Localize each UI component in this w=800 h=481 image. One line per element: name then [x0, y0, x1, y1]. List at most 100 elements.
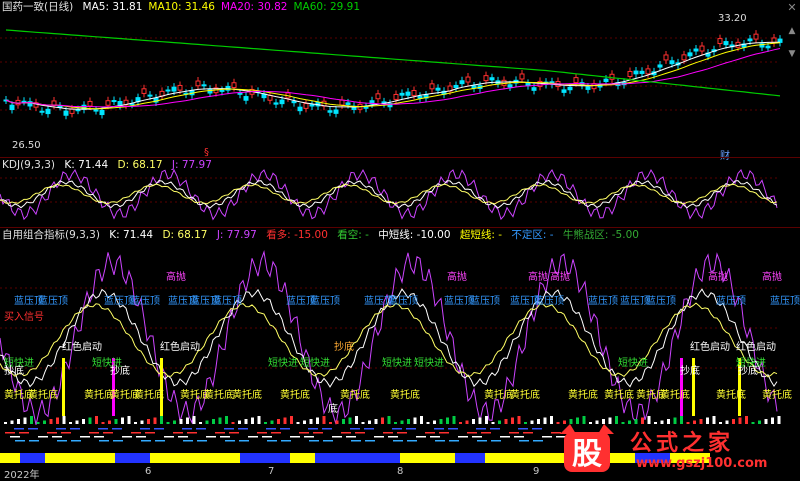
strip-segment — [322, 428, 332, 430]
signal-label-chaodi: 抄底 — [738, 366, 758, 377]
volume-bar — [491, 422, 495, 424]
strip-segment — [383, 432, 393, 434]
combo-header: 自用组合指标(9,3,3) K: 71.44 D: 68.17 J: 77.97… — [2, 228, 645, 242]
volume-bar — [751, 422, 755, 424]
candle-body — [693, 48, 699, 52]
strip-segment — [407, 440, 417, 442]
strip-segment — [308, 428, 318, 430]
x-axis-label: 6 — [145, 466, 152, 477]
strip-segment — [476, 428, 486, 430]
volume-bar — [75, 420, 79, 424]
signal-label-lanya: 蓝压顶 — [770, 296, 800, 307]
candle-body — [399, 92, 405, 96]
candle-body — [567, 86, 573, 91]
watermark-url: www.gszj100.com — [636, 456, 768, 471]
volume-bar — [108, 420, 111, 424]
candle-body — [747, 38, 753, 42]
kankong-value: 看空: - — [337, 229, 369, 241]
strip-segment — [99, 440, 109, 442]
signal-label-gaopao: 高抛 — [447, 272, 467, 283]
signal-label-huangtuodi: 黄托底 — [134, 390, 164, 401]
volume-bar — [296, 422, 300, 424]
candle-body — [57, 105, 63, 108]
phase-band-segment — [45, 453, 115, 463]
strip-segment — [89, 432, 99, 434]
candle-body — [531, 87, 537, 91]
candle-body — [663, 54, 669, 61]
volume-bar — [686, 422, 690, 424]
signal-label-hongqi: 红色启动 — [160, 342, 200, 353]
candle-body — [501, 79, 507, 86]
kdj-d-line — [0, 183, 778, 205]
expand-up-icon[interactable]: ▲ — [786, 25, 798, 37]
strip-segment — [533, 440, 543, 442]
volume-bar — [374, 419, 378, 424]
signal-label-jiaomai: 买入信号 — [4, 312, 44, 323]
volume-bar — [88, 417, 92, 424]
candle-body — [39, 110, 45, 113]
signal-label-gaopao: 高抛 — [550, 272, 570, 283]
volume-bar — [270, 420, 274, 424]
phase-band-segment — [150, 453, 210, 463]
strip-segment — [477, 440, 487, 442]
volume-bar — [127, 416, 131, 424]
volume-bar — [335, 420, 339, 424]
strip-segment — [304, 436, 314, 438]
candle-body — [279, 99, 285, 105]
strip-segment — [206, 436, 216, 438]
strip-segment — [397, 432, 407, 434]
volume-bar — [173, 420, 176, 424]
combo-j-value: J: 77.97 — [216, 229, 257, 241]
strip-segment — [518, 428, 528, 430]
strip-segment — [332, 436, 342, 438]
volume-bar — [244, 419, 248, 424]
strip-segment — [313, 432, 323, 434]
candle-body — [519, 73, 525, 80]
candle-body — [93, 109, 99, 112]
ma5-line — [5, 41, 780, 110]
kdj-j-value: J: 77.97 — [171, 159, 212, 171]
signal-label-lanya: 蓝压顶 — [212, 296, 242, 307]
strip-segment — [239, 440, 249, 442]
strip-segment — [28, 428, 38, 430]
candle-body — [699, 45, 705, 52]
volume-bar — [322, 416, 326, 424]
strip-segment — [435, 440, 445, 442]
volume-bar — [712, 416, 716, 424]
strip-segment — [532, 428, 542, 430]
expand-down-icon[interactable]: ▼ — [786, 48, 798, 60]
candle-body — [633, 70, 639, 75]
signal-label-duankuaijin: 短快进 — [268, 358, 298, 369]
volume-bar — [186, 417, 189, 424]
strip-segment — [140, 428, 150, 430]
volume-bar — [485, 416, 488, 424]
candle-body — [681, 54, 687, 61]
volume-bar — [316, 417, 319, 424]
strip-segment — [173, 432, 183, 434]
strip-segment — [94, 436, 104, 438]
strip-segment — [164, 436, 174, 438]
strip-segment — [141, 440, 151, 442]
volume-bar — [348, 417, 352, 424]
strip-segment — [14, 428, 24, 430]
close-icon[interactable]: ✕ — [786, 2, 798, 14]
volume-bar — [667, 419, 670, 424]
x-axis-label: 9 — [533, 466, 540, 477]
ma-legend-item: MA5: 31.81 — [82, 1, 143, 13]
strip-segment — [136, 436, 146, 438]
volume-bar — [459, 422, 462, 424]
strip-segment — [425, 432, 435, 434]
strip-segment — [472, 436, 482, 438]
strip-segment — [52, 436, 62, 438]
volume-bar — [231, 422, 235, 424]
volume-bar — [452, 416, 456, 424]
volume-bar — [10, 420, 14, 424]
ma10-line — [5, 42, 781, 110]
signal-label-huangtuodi: 黄托底 — [232, 390, 262, 401]
volume-bar — [36, 422, 40, 424]
strip-segment — [225, 440, 235, 442]
signal-label-huangtuodi: 黄托底 — [28, 390, 58, 401]
signal-label-lanya: 蓝压顶 — [130, 296, 160, 307]
volume-bar — [413, 417, 417, 424]
strip-segment — [491, 440, 501, 442]
